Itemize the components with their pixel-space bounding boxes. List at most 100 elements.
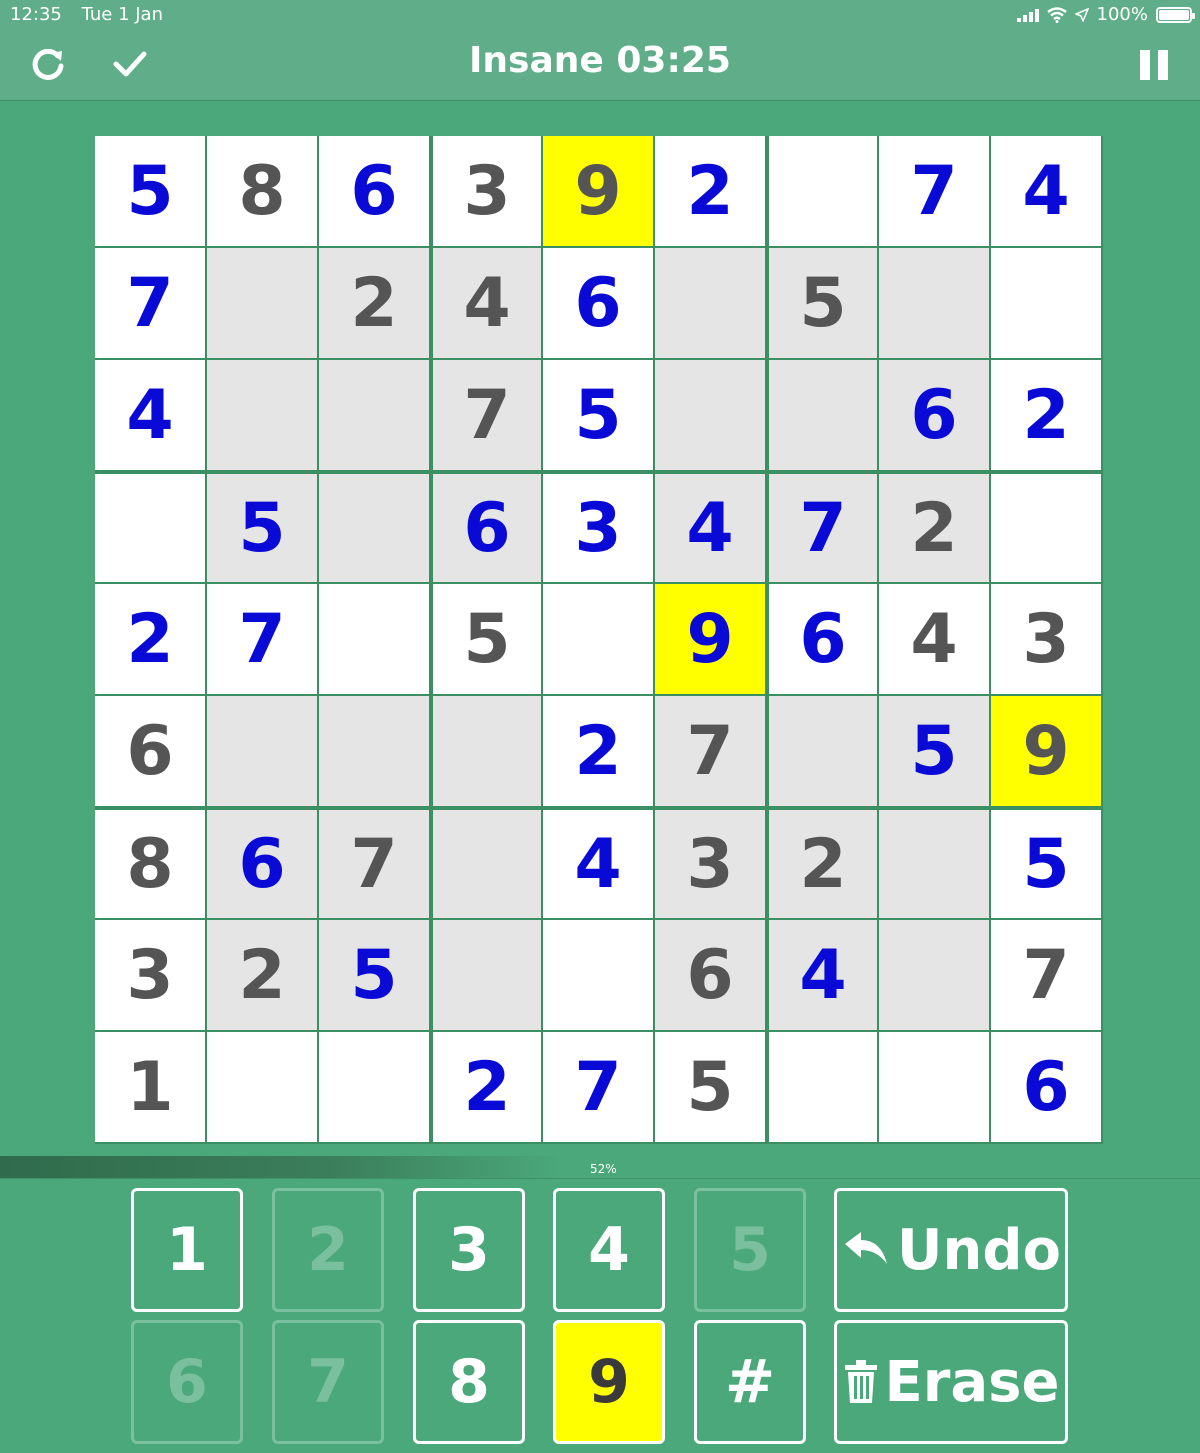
board-cell[interactable]: 7	[207, 584, 319, 696]
board-cell[interactable]: 5	[767, 248, 879, 360]
board-cell[interactable]: 2	[95, 584, 207, 696]
board-cell[interactable]: 3	[655, 808, 767, 920]
board-cell[interactable]: 2	[879, 472, 991, 584]
board-cell[interactable]	[319, 1032, 431, 1144]
top-bar: 12:35 Tue 1 Jan 100% Insane 03:25	[0, 0, 1200, 101]
board-cell[interactable]	[431, 696, 543, 808]
board-cell[interactable]: 4	[95, 360, 207, 472]
board-cell[interactable]: 8	[207, 136, 319, 248]
pause-icon[interactable]	[1140, 50, 1170, 80]
board-cell[interactable]: 5	[95, 136, 207, 248]
board-cell[interactable]	[767, 696, 879, 808]
board-cell[interactable]: 6	[319, 136, 431, 248]
board-cell[interactable]	[207, 248, 319, 360]
board-cell[interactable]	[879, 808, 991, 920]
erase-button[interactable]: Erase	[834, 1320, 1068, 1444]
board-cell[interactable]: 2	[431, 1032, 543, 1144]
board-cell[interactable]: 9	[543, 136, 655, 248]
board-cell[interactable]: 3	[95, 920, 207, 1032]
board-cell[interactable]	[879, 1032, 991, 1144]
board-cell[interactable]	[543, 584, 655, 696]
board-cell[interactable]	[655, 248, 767, 360]
board-cell[interactable]: 6	[767, 584, 879, 696]
board-cell[interactable]: 4	[767, 920, 879, 1032]
board-cell[interactable]: 7	[879, 136, 991, 248]
board-cell[interactable]: 9	[655, 584, 767, 696]
board-cell[interactable]	[207, 360, 319, 472]
board-cell[interactable]: 4	[543, 808, 655, 920]
board-cell[interactable]	[767, 136, 879, 248]
number-key-4[interactable]: 4	[553, 1188, 665, 1312]
board-cell[interactable]: 2	[655, 136, 767, 248]
board-cell[interactable]: 1	[95, 1032, 207, 1144]
board-cell[interactable]: 2	[543, 696, 655, 808]
board-cell[interactable]: 3	[543, 472, 655, 584]
sudoku-board: 5863927472465475625634722759643627598674…	[95, 136, 1103, 1144]
board-cell[interactable]	[319, 360, 431, 472]
board-cell[interactable]: 3	[431, 136, 543, 248]
board-cell[interactable]	[767, 1032, 879, 1144]
board-cell[interactable]: 5	[543, 360, 655, 472]
board-cell[interactable]: 6	[543, 248, 655, 360]
status-date: Tue 1 Jan	[81, 4, 163, 25]
board-cell[interactable]	[319, 472, 431, 584]
board-cell[interactable]: 6	[207, 808, 319, 920]
board-cell[interactable]: 5	[879, 696, 991, 808]
board-cell[interactable]: 7	[319, 808, 431, 920]
board-cell[interactable]: 6	[95, 696, 207, 808]
number-key-8[interactable]: 8	[413, 1320, 525, 1444]
board-cell[interactable]: 4	[879, 584, 991, 696]
board-cell[interactable]	[319, 696, 431, 808]
board-cell[interactable]: 7	[543, 1032, 655, 1144]
board-cell[interactable]: 6	[431, 472, 543, 584]
number-key-9[interactable]: 9	[553, 1320, 665, 1444]
board-cell[interactable]: 5	[991, 808, 1103, 920]
number-key-6[interactable]: 6	[131, 1320, 243, 1444]
board-cell[interactable]: 5	[431, 584, 543, 696]
board-cell[interactable]	[655, 360, 767, 472]
board-cell[interactable]	[431, 920, 543, 1032]
board-cell[interactable]: 6	[655, 920, 767, 1032]
board-cell[interactable]: 2	[319, 248, 431, 360]
board-cell[interactable]	[879, 248, 991, 360]
board-cell[interactable]: 2	[991, 360, 1103, 472]
board-cell[interactable]: 4	[991, 136, 1103, 248]
board-cell[interactable]	[767, 360, 879, 472]
number-key-3[interactable]: 3	[413, 1188, 525, 1312]
board-cell[interactable]	[431, 808, 543, 920]
notes-toggle-button[interactable]: #	[694, 1320, 806, 1444]
board-cell[interactable]	[319, 584, 431, 696]
board-cell[interactable]: 5	[319, 920, 431, 1032]
board-cell[interactable]	[879, 920, 991, 1032]
board-cell[interactable]: 7	[431, 360, 543, 472]
board-cell[interactable]	[95, 472, 207, 584]
board-cell[interactable]: 4	[431, 248, 543, 360]
board-cell[interactable]	[207, 696, 319, 808]
board-cell[interactable]	[543, 920, 655, 1032]
board-cell[interactable]: 7	[95, 248, 207, 360]
board-cell[interactable]: 2	[767, 808, 879, 920]
board-cell[interactable]: 5	[655, 1032, 767, 1144]
board-cell[interactable]: 4	[655, 472, 767, 584]
number-key-1[interactable]: 1	[131, 1188, 243, 1312]
board-cell[interactable]: 5	[207, 472, 319, 584]
board-cell[interactable]	[207, 1032, 319, 1144]
board-cell[interactable]: 2	[207, 920, 319, 1032]
number-key-7[interactable]: 7	[272, 1320, 384, 1444]
board-cell[interactable]	[991, 248, 1103, 360]
board-cell[interactable]: 6	[879, 360, 991, 472]
board-cell[interactable]: 8	[95, 808, 207, 920]
number-key-2[interactable]: 2	[272, 1188, 384, 1312]
board-cell[interactable]: 9	[991, 696, 1103, 808]
trash-icon	[844, 1360, 877, 1403]
board-cell[interactable]: 7	[655, 696, 767, 808]
number-key-5[interactable]: 5	[694, 1188, 806, 1312]
board-cell[interactable]: 7	[767, 472, 879, 584]
undo-arrow-icon	[845, 1232, 888, 1264]
board-cell[interactable]: 7	[991, 920, 1103, 1032]
undo-button[interactable]: Undo	[834, 1188, 1068, 1312]
board-cell[interactable]: 3	[991, 584, 1103, 696]
location-arrow-icon	[1074, 7, 1089, 22]
board-cell[interactable]	[991, 472, 1103, 584]
board-cell[interactable]: 6	[991, 1032, 1103, 1144]
